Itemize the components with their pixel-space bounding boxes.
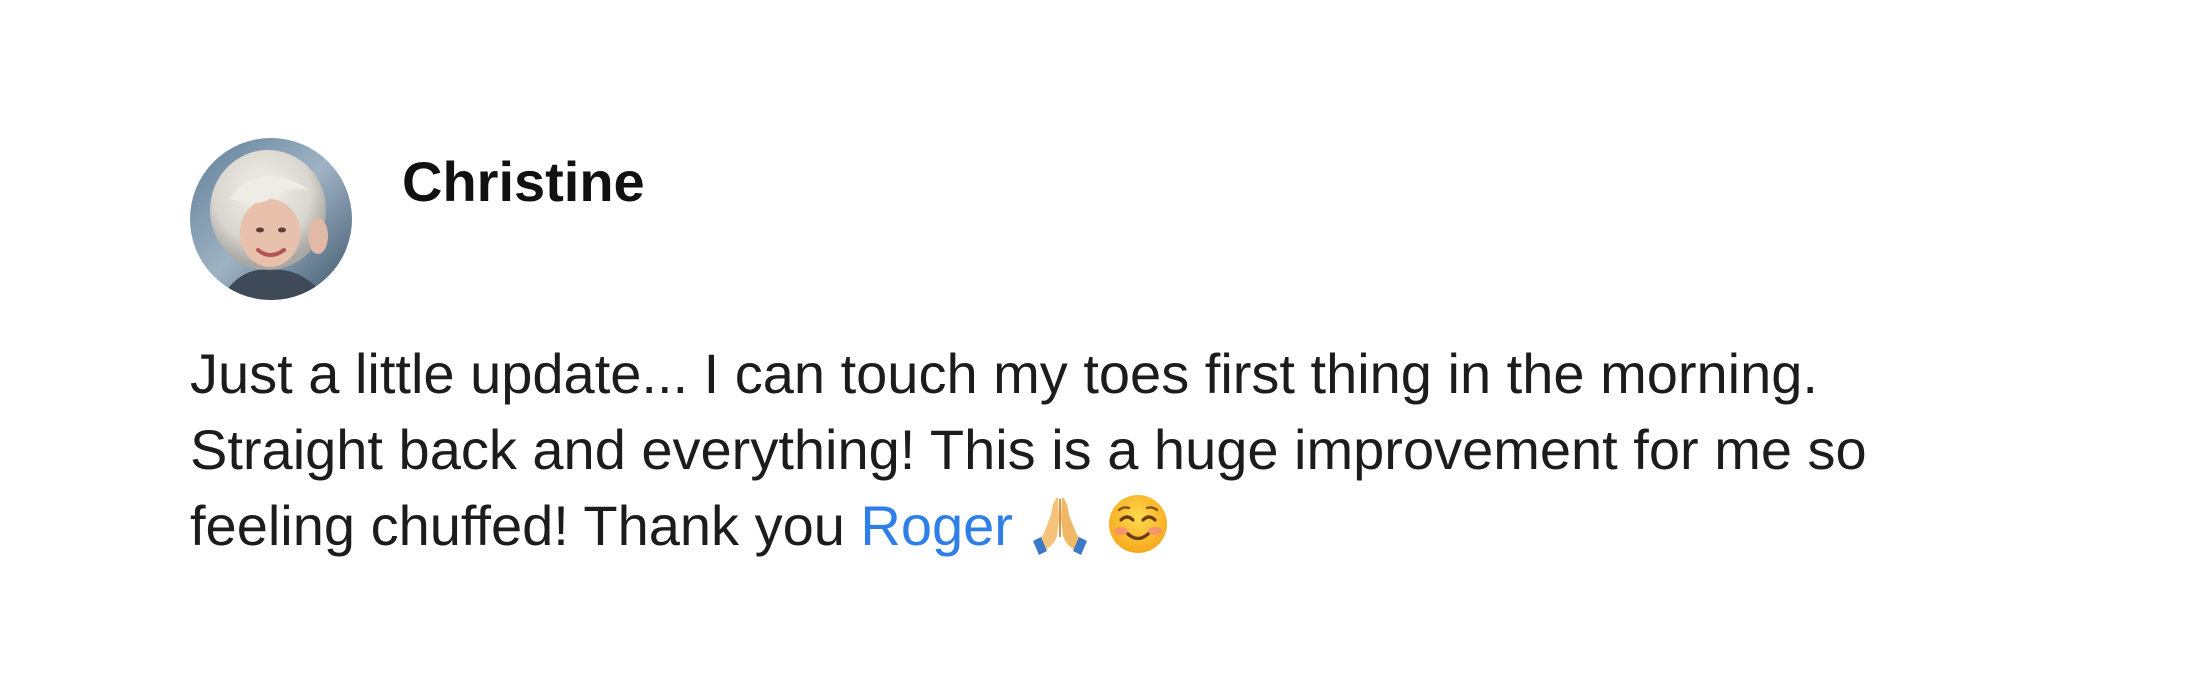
author-name[interactable]: Christine [402,148,645,215]
post-header: Christine [190,138,2090,300]
post-body-line-3-text: feeling chuffed! Thank you [190,494,845,557]
post-body-line-3: feeling chuffed! Thank you Roger [190,488,2090,564]
post: Christine Just a little update... I can … [190,138,2090,564]
post-body: Just a little update... I can touch my t… [190,336,2090,564]
folded-hands-icon [1027,493,1093,555]
smiling-face-icon [1107,493,1169,555]
avatar[interactable] [190,138,352,300]
post-body-line-2: Straight back and everything! This is a … [190,418,1867,481]
mention-link[interactable]: Roger [860,494,1013,557]
post-body-line-1: Just a little update... I can touch my t… [190,342,1818,405]
